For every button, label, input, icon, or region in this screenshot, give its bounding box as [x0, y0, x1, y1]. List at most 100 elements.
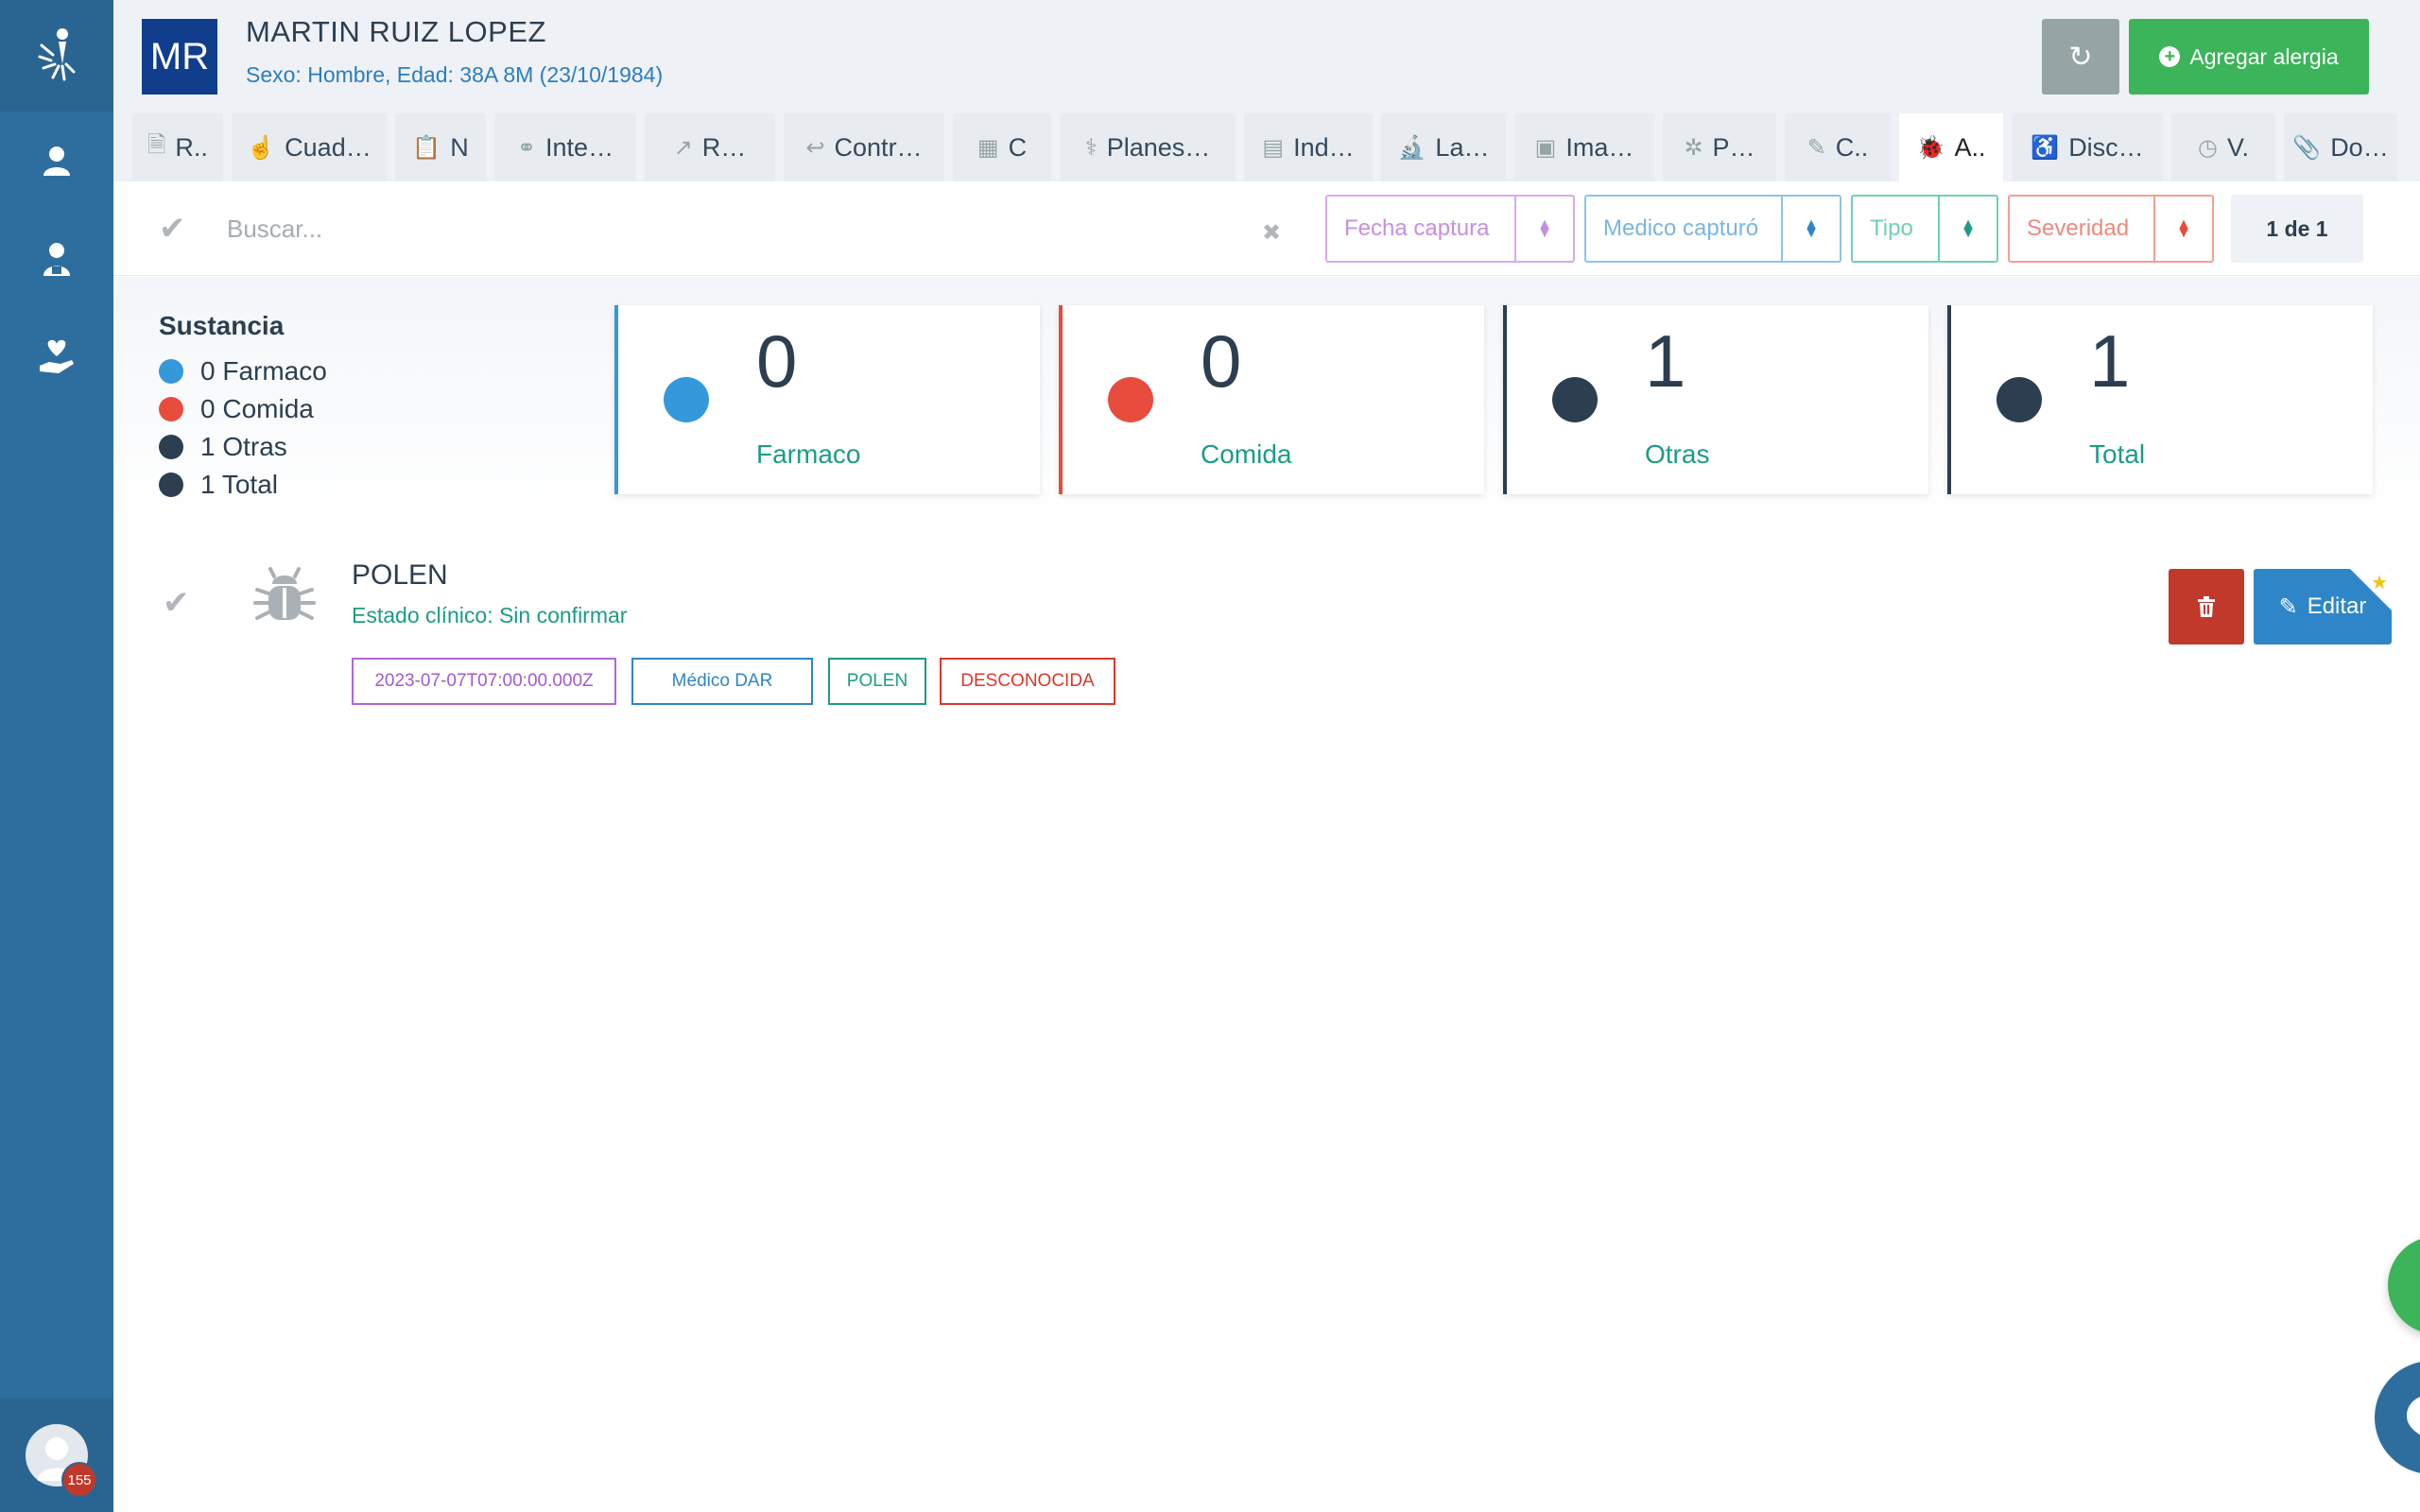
tab-indicaciones[interactable]: ▤ Ind… — [1244, 113, 1373, 181]
filter-fecha-captura[interactable]: Fecha captura ▲ ▼ — [1325, 195, 1575, 263]
stat-dot — [1552, 377, 1598, 422]
sort-icon: ▲ ▼ — [1781, 197, 1840, 261]
star-icon: ★ — [2371, 573, 2388, 593]
patient-initials: MR — [142, 19, 217, 94]
virus-icon: ✲ — [1684, 134, 1703, 161]
tab-procedimientos[interactable]: ✲ P… — [1663, 113, 1776, 181]
legend-dot — [159, 359, 183, 384]
stat-value: 0 — [1201, 319, 1242, 403]
clipboard-check-icon: 📋 — [412, 134, 441, 161]
delete-button[interactable] — [2169, 569, 2244, 644]
stat-label: Comida — [1201, 439, 1292, 469]
legend-item: 0 Farmaco — [159, 352, 327, 390]
reply-icon: ↩ — [805, 134, 825, 161]
legend-dot — [159, 472, 183, 497]
tab-planes[interactable]: ⚕ Planes… — [1060, 113, 1236, 181]
tab-bar: 🗎 R.. ☝ Cuad… 📋 N ⚭ Inte… ↗ R… ↩ Contr… ▦ C ⚕ Pl… — [132, 113, 2397, 181]
list-item: ✔ POLEN Estado clínico: Sin confirmar 20… — [113, 529, 2420, 718]
pen-icon: ✎ — [1806, 134, 1826, 161]
app-logo[interactable] — [0, 0, 113, 112]
tab-imagenes[interactable]: ▣ Ima… — [1514, 113, 1654, 181]
patient-info: Sexo: Hombre, Edad: 38A 8M (23/10/1984) — [246, 62, 664, 87]
search-input[interactable] — [227, 200, 841, 257]
summary-section: Sustancia 0 Farmaco 0 Comida 1 Otras 1 T… — [113, 277, 2420, 524]
refresh-icon: ↻ — [2068, 41, 2093, 73]
filter-medico-capturo[interactable]: Medico capturó ▲ ▼ — [1584, 195, 1841, 263]
microscope-icon: 🔬 — [1397, 134, 1426, 161]
legend-dot — [159, 397, 183, 421]
user-menu[interactable]: 155 — [0, 1399, 113, 1512]
tab-vacunas[interactable]: ◷ V. — [2171, 113, 2275, 181]
share-icon: ↗ — [673, 134, 693, 161]
image-icon: ▣ — [1534, 134, 1557, 161]
refresh-button[interactable]: ↻ — [2042, 19, 2119, 94]
tab-citas[interactable]: ▦ C — [953, 113, 1051, 181]
add-allergy-button[interactable]: + Agregar alergia — [2129, 19, 2369, 94]
sidebar: 155 — [0, 0, 113, 1512]
molecule-icon: ⚭ — [516, 134, 537, 161]
tab-discapacidades[interactable]: ♿ Disc… — [2012, 113, 2163, 181]
notification-badge[interactable]: 155 — [61, 1462, 97, 1498]
allergy-status: Estado clínico: Sin confirmar — [352, 603, 628, 627]
user-md-icon — [43, 243, 70, 276]
select-all-check-icon[interactable]: ✔ — [159, 210, 186, 248]
tab-documentos[interactable]: 📎 Do… — [2284, 113, 2397, 181]
tag-doctor: Médico DAR — [631, 658, 813, 705]
avatar[interactable]: 155 — [26, 1424, 97, 1498]
sidebar-item-doctor[interactable] — [0, 210, 113, 308]
calendar-fab-button[interactable] — [2388, 1236, 2420, 1334]
add-allergy-label: Agregar alergia — [2189, 43, 2339, 69]
stat-value: 0 — [756, 319, 798, 403]
tab-referencias[interactable]: ↗ R… — [645, 113, 775, 181]
calendar-icon: ▦ — [977, 134, 999, 161]
tab-cirugias[interactable]: ✎ C.. — [1785, 113, 1891, 181]
tab-interconsultas[interactable]: ⚭ Inte… — [494, 113, 636, 181]
trash-icon — [2198, 596, 2215, 617]
logo-icon — [38, 28, 76, 81]
legend-dot — [159, 435, 183, 459]
legend-item: 1 Otras — [159, 428, 327, 466]
filter-toolbar: ✔ ✖ Fecha captura ▲▼ Medico capturó ▲▼ T… — [113, 181, 2420, 276]
user-icon — [43, 146, 70, 176]
stat-card-total: 1 Total — [1947, 305, 2373, 494]
hand-icon: ☝ — [247, 134, 276, 161]
legend-item: 1 Total — [159, 466, 327, 504]
legend-item: 0 Comida — [159, 390, 327, 428]
tab-cuadro[interactable]: ☝ Cuad… — [232, 113, 387, 181]
paperclip-icon: 📎 — [2292, 134, 2322, 161]
edit-button[interactable]: ✎ Editar ★ — [2254, 569, 2392, 644]
tab-contrarreferencias[interactable]: ↩ Contr… — [784, 113, 944, 181]
clear-search-icon[interactable]: ✖ — [1262, 219, 1281, 247]
sort-icon: ▲ ▼ — [1938, 197, 1996, 261]
clock-icon: ◷ — [2198, 134, 2218, 161]
tab-notas[interactable]: 📋 N — [395, 113, 486, 181]
pagination[interactable]: 1 de 1 — [2231, 195, 2363, 263]
tag-substance: POLEN — [828, 658, 926, 705]
stat-dot — [1108, 377, 1153, 422]
stat-dot — [664, 377, 709, 422]
sidebar-item-care[interactable] — [0, 308, 113, 406]
document-icon: ▤ — [1262, 134, 1285, 161]
chat-button[interactable] — [2375, 1361, 2420, 1474]
filter-severidad[interactable]: Severidad ▲ ▼ — [2008, 195, 2214, 263]
patient-name: MARTIN RUIZ LOPEZ — [246, 15, 546, 48]
tab-alergias[interactable]: 🐞 A.. — [1899, 113, 2003, 181]
patient-header: MR MARTIN RUIZ LOPEZ Sexo: Hombre, Edad:… — [113, 0, 2420, 181]
tab-laboratorio[interactable]: 🔬 La… — [1381, 113, 1506, 181]
bug-icon — [253, 563, 316, 630]
tab-resumen[interactable]: 🗎 R.. — [132, 113, 223, 181]
pills-icon: ⚕ — [1084, 134, 1098, 161]
substance-legend: Sustancia 0 Farmaco 0 Comida 1 Otras 1 T… — [159, 311, 327, 504]
filter-tipo[interactable]: Tipo ▲ ▼ — [1851, 195, 1998, 263]
tag-severity: DESCONOCIDA — [940, 658, 1115, 705]
sort-icon: ▲ ▼ — [1514, 197, 1573, 261]
stat-card-comida: 0 Comida — [1059, 305, 1484, 494]
sidebar-item-patient[interactable] — [0, 112, 113, 210]
select-item-check-icon[interactable]: ✔ — [163, 584, 190, 622]
stat-label: Otras — [1645, 439, 1710, 469]
legend-title: Sustancia — [159, 311, 285, 340]
stat-value: 1 — [1645, 319, 1686, 403]
allergy-name: POLEN — [352, 559, 448, 591]
plus-circle-icon: + — [2159, 46, 2181, 67]
medical-file-icon: 🗎 — [147, 131, 166, 158]
